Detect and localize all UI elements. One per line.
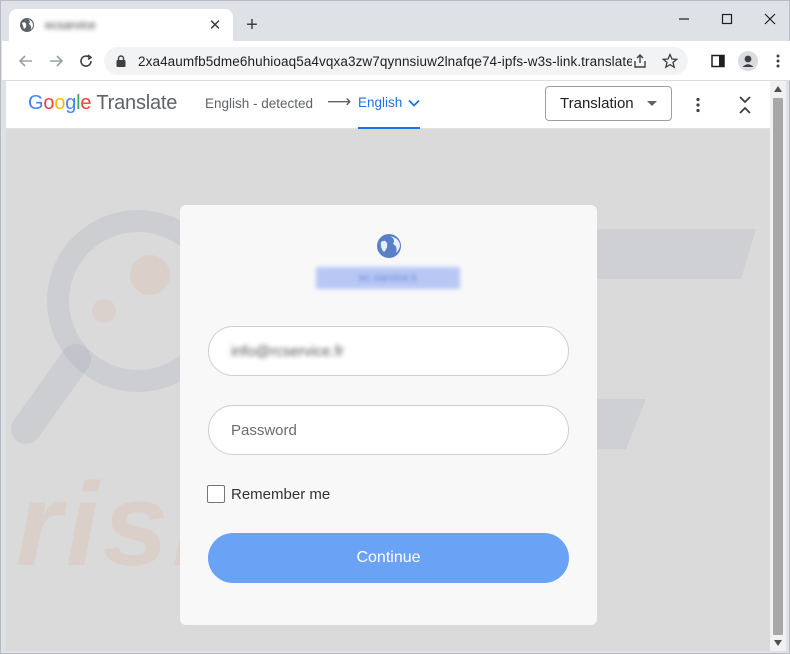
- avatar-icon: [738, 51, 758, 71]
- window-controls: [662, 1, 790, 37]
- scroll-up-button[interactable]: [770, 81, 786, 97]
- share-icon[interactable]: [632, 53, 648, 69]
- globe-icon: [377, 234, 401, 258]
- triangle-down-icon: [774, 640, 782, 646]
- continue-button[interactable]: Continue: [208, 533, 569, 583]
- password-field[interactable]: [208, 405, 569, 455]
- logo-letter: o: [43, 92, 55, 114]
- url-text: 2xa4aumfb5dme6huhioaq5a4vqxa3zw7qynnsiuw…: [138, 53, 632, 69]
- browser-menu-button[interactable]: [766, 49, 790, 73]
- triangle-up-icon: [774, 86, 782, 92]
- arrow-right-icon: ⟶: [327, 92, 352, 111]
- close-window-button[interactable]: [748, 1, 790, 37]
- brand-name: ec.sarvice.k: [316, 267, 460, 289]
- minimize-icon: [678, 18, 689, 20]
- vertical-scrollbar[interactable]: [770, 81, 786, 651]
- chevron-down-icon: [408, 99, 420, 107]
- caret-down-icon: [647, 101, 657, 106]
- source-language-tab[interactable]: English - detected: [205, 96, 313, 111]
- scroll-down-button[interactable]: [770, 635, 786, 651]
- side-panel-button[interactable]: [706, 49, 730, 73]
- maximize-icon: [721, 13, 732, 25]
- target-language-tab[interactable]: English: [358, 95, 421, 130]
- logo-letter: o: [54, 92, 66, 114]
- tab-strip: ecsarvice ✕ +: [1, 1, 790, 41]
- minimize-button[interactable]: [662, 1, 705, 37]
- address-bar[interactable]: 2xa4aumfb5dme6huhioaq5a4vqxa3zw7qynnsiuw…: [104, 47, 688, 75]
- target-language-label: English: [358, 95, 403, 110]
- email-field[interactable]: info@rcservice.fr: [208, 326, 569, 376]
- translate-options-button[interactable]: [686, 93, 710, 117]
- email-value: info@rcservice.fr: [231, 342, 344, 360]
- globe-icon: [20, 18, 34, 32]
- lock-icon: [116, 55, 126, 67]
- maximize-button[interactable]: [705, 1, 748, 37]
- logo-letter: e: [80, 92, 92, 114]
- remember-me-checkbox[interactable]: [207, 485, 225, 503]
- logo-letter: g: [65, 92, 77, 114]
- omnibox-actions: [632, 53, 678, 69]
- view-mode-value: Translation: [560, 95, 634, 112]
- view-mode-select[interactable]: Translation: [545, 86, 672, 121]
- page-content: risk.com ec.sarvice.k info@rcservice.fr …: [6, 129, 770, 651]
- scrollbar-thumb[interactable]: [773, 98, 783, 635]
- forward-button[interactable]: [44, 49, 68, 73]
- more-vertical-icon: [776, 54, 780, 68]
- back-button[interactable]: [14, 49, 38, 73]
- google-translate-logo[interactable]: Google Translate: [28, 92, 177, 115]
- star-icon[interactable]: [662, 53, 678, 69]
- browser-window: ecsarvice ✕ + 2xa4aumfb5dme6huhioaq5a4vq…: [0, 0, 790, 654]
- reload-button[interactable]: [74, 49, 98, 73]
- remember-me-label: Remember me: [231, 485, 331, 503]
- profile-button[interactable]: [736, 49, 760, 73]
- close-icon: [764, 13, 775, 25]
- toolbar-right: [706, 49, 790, 73]
- tab-title: ecsarvice: [45, 18, 96, 32]
- browser-toolbar: 2xa4aumfb5dme6huhioaq5a4vqxa3zw7qynnsiuw…: [2, 41, 790, 81]
- new-tab-button[interactable]: +: [241, 15, 263, 37]
- login-card: ec.sarvice.k info@rcservice.fr Remember …: [180, 205, 597, 625]
- arrow-right-icon: [50, 55, 64, 67]
- collapse-bar-button[interactable]: [733, 91, 757, 119]
- browser-tab[interactable]: ecsarvice ✕: [9, 9, 233, 41]
- logo-word: Translate: [96, 92, 178, 114]
- arrow-left-icon: [18, 55, 32, 67]
- remember-me[interactable]: Remember me: [207, 485, 330, 503]
- close-tab-icon[interactable]: ✕: [207, 16, 223, 34]
- google-translate-bar: Google Translate English - detected ⟶ Eng…: [6, 81, 770, 130]
- side-panel-icon: [711, 54, 725, 68]
- reload-icon: [80, 54, 93, 67]
- more-vertical-icon: [696, 97, 700, 113]
- logo-letter: G: [28, 92, 44, 114]
- collapse-icon: [739, 96, 751, 114]
